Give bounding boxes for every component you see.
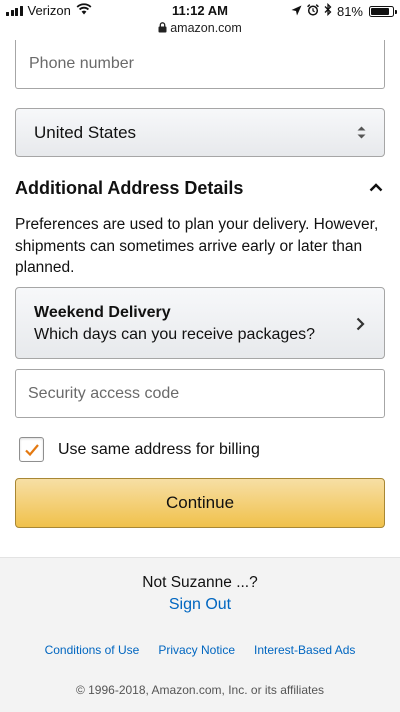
interest-based-ads-link[interactable]: Interest-Based Ads — [254, 643, 355, 657]
status-bar: Verizon 11:12 AM amazon.com 81% — [0, 0, 400, 40]
additional-details-toggle[interactable]: Additional Address Details — [15, 176, 385, 200]
phone-number-input[interactable] — [15, 40, 385, 89]
not-user-text: Not Suzanne ...? — [142, 574, 258, 591]
country-value: United States — [34, 122, 137, 142]
checkmark-icon — [24, 443, 39, 456]
footer-links: Conditions of Use Privacy Notice Interes… — [0, 643, 400, 657]
battery-percent: 81% — [336, 3, 363, 19]
chevron-right-icon — [356, 317, 365, 336]
preferences-description: Preferences are used to plan your delive… — [15, 216, 379, 276]
section-title: Additional Address Details — [15, 177, 244, 198]
country-select[interactable]: United States — [15, 108, 385, 157]
lock-icon — [158, 22, 167, 36]
billing-label: Use same address for billing — [58, 440, 260, 458]
same-billing-option[interactable]: Use same address for billing — [19, 437, 260, 462]
chevron-up-icon — [369, 179, 383, 197]
copyright-text: © 1996-2018, Amazon.com, Inc. or its aff… — [75, 683, 325, 697]
bluetooth-icon — [324, 2, 332, 19]
weekend-delivery-button[interactable]: Weekend Delivery Which days can you rece… — [15, 287, 385, 359]
continue-button[interactable]: Continue — [15, 478, 385, 528]
footer: Not Suzanne ...? Sign Out Conditions of … — [0, 557, 400, 712]
conditions-of-use-link[interactable]: Conditions of Use — [45, 643, 140, 657]
security-access-code-input[interactable] — [15, 369, 385, 418]
sign-out-link[interactable]: Sign Out — [0, 596, 400, 614]
weekend-delivery-title: Weekend Delivery — [34, 304, 171, 321]
location-icon — [291, 4, 302, 19]
alarm-icon — [307, 3, 319, 19]
privacy-notice-link[interactable]: Privacy Notice — [158, 643, 235, 657]
select-arrows-icon — [357, 126, 366, 139]
url-text: amazon.com — [170, 21, 242, 35]
url-display[interactable]: amazon.com — [0, 21, 400, 36]
battery-icon — [369, 5, 397, 17]
status-right: 81% — [291, 2, 397, 19]
billing-checkbox[interactable] — [19, 437, 44, 462]
weekend-delivery-subtitle: Which days can you receive packages? — [34, 326, 316, 343]
